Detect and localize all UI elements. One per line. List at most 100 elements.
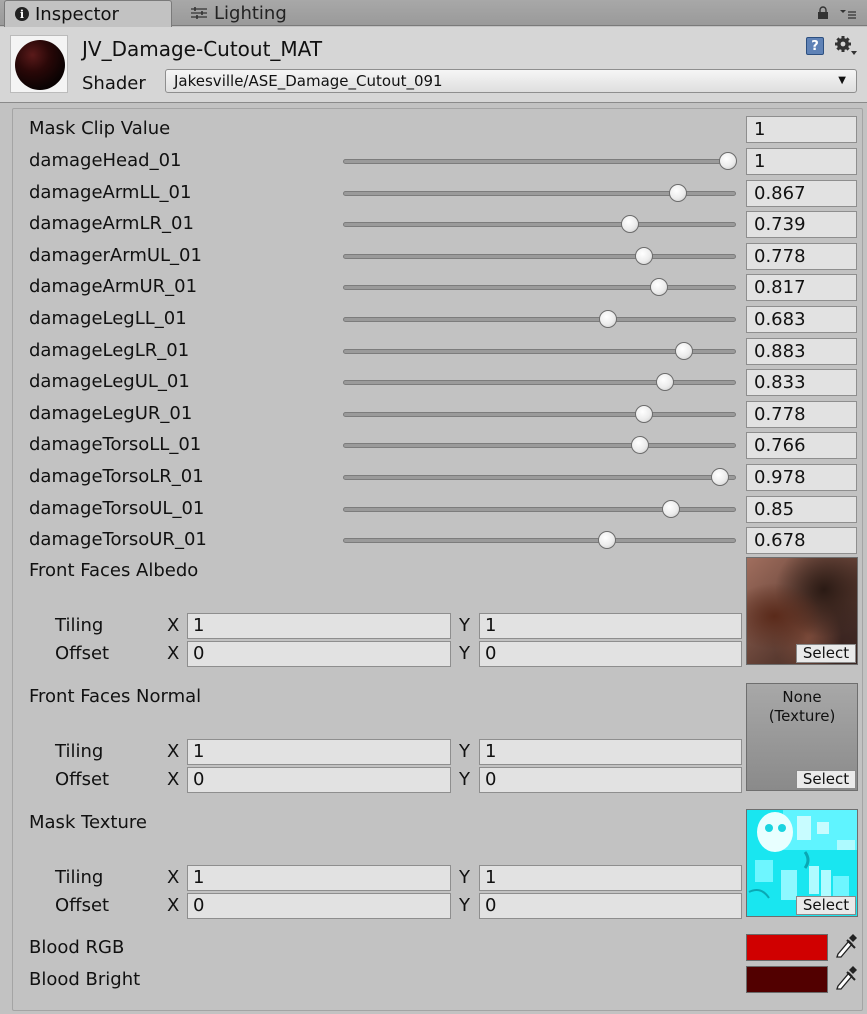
slider-track[interactable] — [343, 380, 736, 385]
slider-track[interactable] — [343, 317, 736, 322]
help-book-icon[interactable]: ? — [806, 37, 824, 55]
slider-thumb[interactable] — [719, 152, 737, 170]
slider-thumb[interactable] — [631, 436, 649, 454]
slider-thumb[interactable] — [635, 247, 653, 265]
albedo-tiling-label: Tiling — [55, 615, 104, 636]
front-faces-albedo-label: Front Faces Albedo — [29, 560, 199, 581]
front-faces-normal-label: Front Faces Normal — [29, 686, 202, 707]
normal-select-button[interactable]: Select — [796, 770, 856, 789]
slider-value-field[interactable]: 0.883 — [746, 338, 857, 365]
blood-rgb-label: Blood RGB — [29, 937, 125, 958]
mask-offset-x-field[interactable]: 0 — [187, 893, 451, 919]
slider-label: damageLegUL_01 — [29, 371, 190, 392]
gear-icon[interactable] — [834, 35, 858, 57]
tab-menu-icon[interactable] — [839, 8, 857, 20]
slider-thumb[interactable] — [598, 531, 616, 549]
slider-thumb[interactable] — [711, 468, 729, 486]
slider-label: damageTorsoLR_01 — [29, 466, 204, 487]
mask-offset-x-label: X — [167, 895, 180, 916]
albedo-tiling-y-label: Y — [459, 615, 470, 636]
albedo-texture-slot[interactable]: Select — [746, 557, 858, 665]
slider-value-field[interactable]: 0.978 — [746, 464, 857, 491]
mask-tiling-y-field[interactable]: 1 — [479, 865, 742, 891]
slider-value-field[interactable]: 0.85 — [746, 496, 857, 523]
normal-tiling-x-field[interactable]: 1 — [187, 739, 451, 765]
slider-thumb[interactable] — [662, 500, 680, 518]
normal-offset-y-field[interactable]: 0 — [479, 767, 742, 793]
slider-thumb[interactable] — [656, 373, 674, 391]
slider-thumb[interactable] — [669, 184, 687, 202]
albedo-tiling-x-field[interactable]: 1 — [187, 613, 451, 639]
slider-label: damageTorsoUR_01 — [29, 529, 207, 550]
slider-track[interactable] — [343, 285, 736, 290]
albedo-offset-y-field[interactable]: 0 — [479, 641, 742, 667]
slider-label: damageTorsoLL_01 — [29, 434, 202, 455]
mask-texture-label: Mask Texture — [29, 812, 147, 833]
slider-value-field[interactable]: 0.739 — [746, 211, 857, 238]
normal-slot-none-text: None — [782, 688, 822, 706]
slider-track[interactable] — [343, 222, 736, 227]
slider-track[interactable] — [343, 443, 736, 448]
tab-inspector[interactable]: i Inspector — [4, 0, 172, 27]
slider-value-field[interactable]: 1 — [746, 148, 857, 175]
blood-bright-swatch[interactable] — [746, 966, 828, 993]
slider-value-field[interactable]: 0.766 — [746, 432, 857, 459]
slider-label: damageArmUR_01 — [29, 276, 198, 297]
slider-track[interactable] — [343, 412, 736, 417]
mask-offset-y-label: Y — [459, 895, 470, 916]
mask-tiling-x-field[interactable]: 1 — [187, 865, 451, 891]
slider-track[interactable] — [343, 475, 736, 480]
slider-value-field[interactable]: 0.778 — [746, 401, 857, 428]
normal-slot-texture-text: (Texture) — [768, 707, 836, 725]
blood-rgb-swatch[interactable] — [746, 934, 828, 961]
chevron-down-icon: ▼ — [838, 75, 846, 86]
normal-texture-slot[interactable]: None (Texture) Select — [746, 683, 858, 791]
info-icon: i — [15, 7, 29, 21]
material-sphere-preview — [15, 40, 65, 90]
mask-clip-field[interactable]: 1 — [746, 116, 857, 143]
slider-thumb[interactable] — [675, 342, 693, 360]
normal-offset-y-label: Y — [459, 769, 470, 790]
slider-track[interactable] — [343, 538, 736, 543]
slider-track[interactable] — [343, 254, 736, 259]
material-preview — [10, 35, 68, 93]
lock-icon[interactable] — [817, 6, 829, 20]
slider-value-field[interactable]: 0.817 — [746, 274, 857, 301]
albedo-offset-x-field[interactable]: 0 — [187, 641, 451, 667]
slider-value-field[interactable]: 0.867 — [746, 180, 857, 207]
material-name: JV_Damage-Cutout_MAT — [82, 37, 323, 61]
tab-bar: i Inspector Lighting — [0, 0, 867, 27]
shader-label: Shader — [82, 73, 146, 94]
tab-inspector-label: Inspector — [35, 3, 119, 25]
slider-label: damageHead_01 — [29, 150, 182, 171]
slider-thumb[interactable] — [621, 215, 639, 233]
slider-value-field[interactable]: 0.678 — [746, 527, 857, 554]
mask-texture-slot[interactable]: Select — [746, 809, 858, 917]
shader-dropdown-value: Jakesville/ASE_Damage_Cutout_091 — [174, 72, 443, 90]
eyedropper-icon[interactable] — [834, 964, 858, 990]
slider-thumb[interactable] — [635, 405, 653, 423]
blood-bright-label: Blood Bright — [29, 969, 141, 990]
slider-value-field[interactable]: 0.683 — [746, 306, 857, 333]
slider-track[interactable] — [343, 159, 736, 164]
slider-value-field[interactable]: 0.778 — [746, 243, 857, 270]
slider-thumb[interactable] — [650, 278, 668, 296]
mask-tiling-y-label: Y — [459, 867, 470, 888]
tab-lighting[interactable]: Lighting — [180, 0, 330, 26]
slider-value-field[interactable]: 0.833 — [746, 369, 857, 396]
shader-dropdown[interactable]: Jakesville/ASE_Damage_Cutout_091 ▼ — [165, 69, 857, 93]
normal-offset-x-field[interactable]: 0 — [187, 767, 451, 793]
mask-tiling-x-label: X — [167, 867, 180, 888]
mask-select-button[interactable]: Select — [796, 896, 856, 915]
normal-tiling-y-field[interactable]: 1 — [479, 739, 742, 765]
normal-tiling-label: Tiling — [55, 741, 104, 762]
mask-offset-y-field[interactable]: 0 — [479, 893, 742, 919]
slider-thumb[interactable] — [599, 310, 617, 328]
normal-tiling-y-label: Y — [459, 741, 470, 762]
tab-lighting-label: Lighting — [214, 2, 287, 24]
eyedropper-icon[interactable] — [834, 932, 858, 958]
albedo-tiling-y-field[interactable]: 1 — [479, 613, 742, 639]
mask-clip-label: Mask Clip Value — [29, 118, 171, 139]
mask-tiling-label: Tiling — [55, 867, 104, 888]
albedo-select-button[interactable]: Select — [796, 644, 856, 663]
